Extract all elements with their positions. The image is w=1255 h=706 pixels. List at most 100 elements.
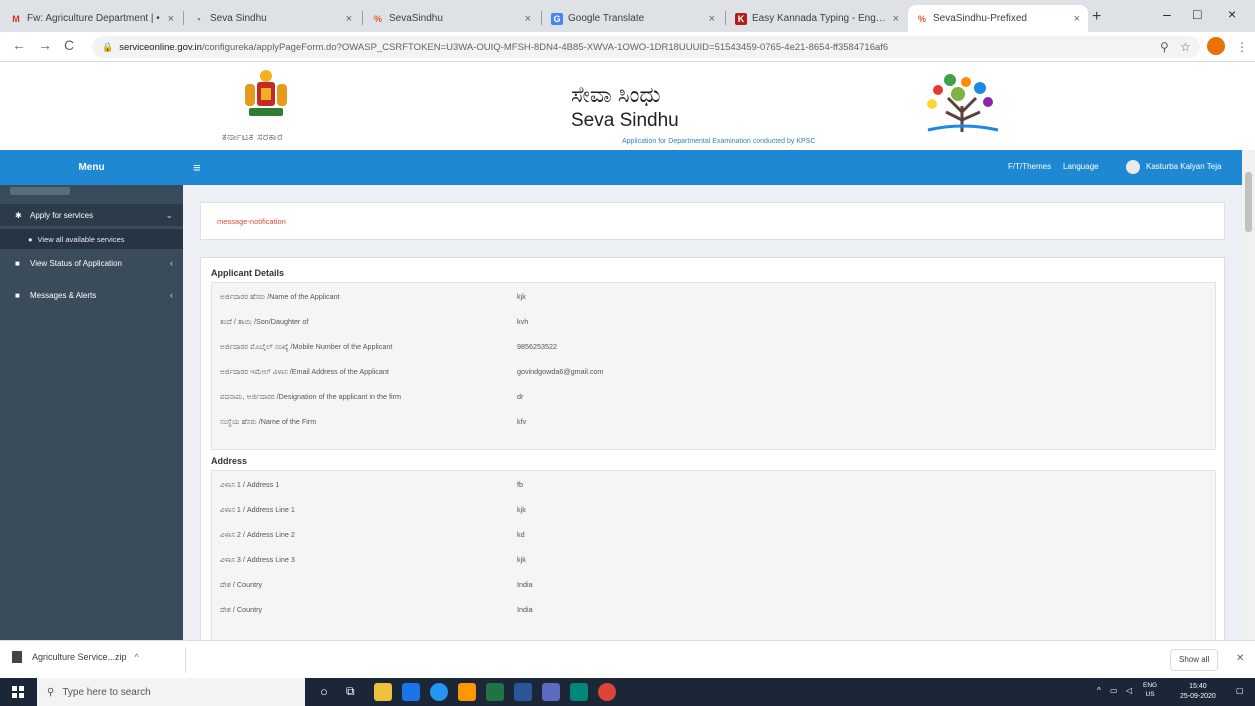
search-icon: ⚲ xyxy=(47,686,55,698)
seva-sindhu-tree-logo-icon xyxy=(927,74,999,132)
tab-title: Seva Sindhu xyxy=(210,13,267,24)
tray-chevron-icon[interactable]: ^ xyxy=(1097,686,1101,695)
field-label: ದೇಶ / Country xyxy=(220,605,263,614)
field-value: kjk xyxy=(517,555,526,564)
field-label: ಅರ್ಜಿದಾರರ ಇಮೇಲ್ ವಿಳಾಸ /Email Address of … xyxy=(220,367,389,376)
user-avatar[interactable] xyxy=(1126,160,1140,174)
calendar-icon[interactable] xyxy=(542,683,560,701)
applicant-details-box: ಅರ್ಜಿದಾರರ ಹೆಸರು /Name of the Applicant k… xyxy=(211,282,1216,450)
chevron-up-icon[interactable]: ^ xyxy=(135,652,139,662)
chevron-left-icon: ‹ xyxy=(170,258,173,268)
field-label: ಅರ್ಜಿದಾರರ ಹೆಸರು /Name of the Applicant xyxy=(220,292,340,301)
close-icon[interactable]: × xyxy=(1074,13,1080,25)
download-filename: Agriculture Service...zip xyxy=(32,652,127,662)
teams-icon[interactable] xyxy=(570,683,588,701)
windows-start-icon[interactable] xyxy=(12,686,24,698)
window-close-icon[interactable]: × xyxy=(1228,6,1236,22)
table-row: ಅರ್ಜಿದಾರರ ಮೊಬೈಲ್ ಸಂಖ್ಯೆ /Mobile Number o… xyxy=(212,335,1215,359)
close-icon[interactable]: × xyxy=(525,13,531,25)
field-value: kjk xyxy=(517,292,526,301)
word-icon[interactable] xyxy=(514,683,532,701)
profile-avatar[interactable] xyxy=(1207,37,1225,55)
file-explorer-icon[interactable] xyxy=(374,683,392,701)
field-value: dr xyxy=(517,392,524,401)
scrollbar-thumb[interactable] xyxy=(1245,172,1252,232)
download-item[interactable]: Agriculture Service...zip ^ xyxy=(12,651,139,663)
edge-icon[interactable] xyxy=(430,683,448,701)
reload-icon[interactable]: C xyxy=(64,37,74,53)
maximize-icon[interactable]: □ xyxy=(1193,6,1201,22)
field-value: kd xyxy=(517,530,525,539)
chrome-icon[interactable] xyxy=(598,683,616,701)
gear-icon: ✱ xyxy=(15,210,22,220)
search-placeholder: Type here to search xyxy=(62,686,151,698)
field-label: ವಿಳಾಸ 1 / Address 1 xyxy=(220,480,280,489)
field-value: kvh xyxy=(517,317,529,326)
address-bar[interactable]: 🔒 serviceonline.gov.in /configureka/appl… xyxy=(92,36,1200,58)
clock-date: 25-09-2020 xyxy=(1180,693,1216,700)
firefox-icon[interactable] xyxy=(458,683,476,701)
excel-icon[interactable] xyxy=(486,683,504,701)
site-title: Seva Sindhu xyxy=(571,110,679,131)
sidebar-item-apply-for-services[interactable]: ✱ Apply for services ⌄ xyxy=(0,204,183,226)
mail-icon[interactable] xyxy=(402,683,420,701)
field-value: kfv xyxy=(517,417,527,426)
taskbar-search[interactable]: ⚲ Type here to search xyxy=(37,678,305,706)
field-label: ಅರ್ಜಿದಾರರ ಮೊಬೈಲ್ ಸಂಖ್ಯೆ /Mobile Number o… xyxy=(220,342,393,351)
karnataka-emblem-icon xyxy=(245,70,287,116)
input-language[interactable]: ENG US xyxy=(1143,681,1157,699)
browser-menu-icon[interactable]: ⋮ xyxy=(1236,40,1248,54)
sidebar-item-messages-alerts[interactable]: ■ Messages & Alerts ‹ xyxy=(0,284,183,306)
tab-gmail[interactable]: M Fw: Agriculture Department | • × xyxy=(2,5,182,32)
sidebar-item-view-status[interactable]: ■ View Status of Application ‹ xyxy=(0,252,183,274)
circle-icon: ● xyxy=(28,234,33,244)
field-value: govindgowda6@gmail.com xyxy=(517,367,604,376)
top-navbar: ≡ F/T/Themes Language Kasturba Kalyan Te… xyxy=(183,150,1242,185)
back-icon[interactable]: ← xyxy=(12,37,26,53)
page-scrollbar[interactable] xyxy=(1242,150,1255,640)
tab-seva-sindhu[interactable]: ▪ Seva Sindhu × xyxy=(185,5,360,32)
sidebar-menu-label: Menu xyxy=(78,162,105,173)
sidebar-item-label: Apply for services xyxy=(30,210,94,220)
tab-title: Fw: Agriculture Department | • xyxy=(27,13,160,24)
tab-kannada-typing[interactable]: K Easy Kannada Typing - English × xyxy=(727,5,907,32)
field-value: fb xyxy=(517,480,523,489)
taskbar-clock[interactable]: 15:40 25-09-2020 xyxy=(1180,682,1216,702)
network-icon[interactable]: ▭ xyxy=(1110,686,1118,695)
site-subtitle: Application for Departmental Examination… xyxy=(622,138,816,145)
cortana-icon[interactable]: ○ xyxy=(320,684,338,702)
browser-toolbar: ← → C 🔒 serviceonline.gov.in /configurek… xyxy=(0,32,1255,62)
close-icon[interactable]: ✕ xyxy=(1236,653,1244,664)
forward-icon[interactable]: → xyxy=(38,37,52,53)
sidebar-item-partial[interactable] xyxy=(10,187,70,195)
bookmark-star-icon[interactable]: ☆ xyxy=(1180,40,1191,54)
volume-icon[interactable]: ◁ xyxy=(1126,686,1132,695)
download-bar: Agriculture Service...zip ^ Show all ✕ xyxy=(0,640,1255,678)
close-icon[interactable]: × xyxy=(346,13,352,25)
field-label: ಪದನಾಮ, ಅರ್ಜಿದಾರರ /Designation of the app… xyxy=(220,392,401,401)
table-row: ಸಂಸ್ಥೆಯ ಹೆಸರು /Name of the Firm kfv xyxy=(212,410,1215,434)
table-row: ಪದನಾಮ, ಅರ್ಜಿದಾರರ /Designation of the app… xyxy=(212,385,1215,409)
language-link[interactable]: Language xyxy=(1063,162,1099,171)
user-name-link[interactable]: Kasturba Kalyan Teja xyxy=(1146,162,1221,171)
field-value: India xyxy=(517,605,533,614)
close-icon[interactable]: × xyxy=(168,13,174,25)
tab-sevasindhu-prefixed[interactable]: % SevaSindhu-Prefixed × xyxy=(908,5,1088,32)
task-view-icon[interactable]: ⧉ xyxy=(346,684,364,702)
notifications-icon[interactable]: ▢ xyxy=(1236,686,1244,695)
language-code: ENG xyxy=(1143,682,1158,689)
zoom-icon[interactable]: ⚲ xyxy=(1160,40,1169,54)
minimize-icon[interactable]: – xyxy=(1163,6,1171,22)
close-icon[interactable]: × xyxy=(893,13,899,25)
site-title-kannada: ಸೇವಾ ಸಿಂಧು xyxy=(571,82,661,107)
tab-sevasindhu[interactable]: % SevaSindhu × xyxy=(364,5,539,32)
field-label: ವಿಳಾಸ 3 / Address Line 3 xyxy=(220,555,295,564)
new-tab-button[interactable]: + xyxy=(1092,8,1101,26)
tab-google-translate[interactable]: G Google Translate × xyxy=(543,5,723,32)
hamburger-menu-icon[interactable]: ≡ xyxy=(193,160,201,175)
show-all-button[interactable]: Show all xyxy=(1170,649,1219,671)
themes-link[interactable]: F/T/Themes xyxy=(1008,162,1051,171)
close-icon[interactable]: × xyxy=(709,13,715,25)
kannada-icon: K xyxy=(735,12,747,25)
sidebar-item-view-all-services[interactable]: ● View all available services xyxy=(0,229,183,249)
